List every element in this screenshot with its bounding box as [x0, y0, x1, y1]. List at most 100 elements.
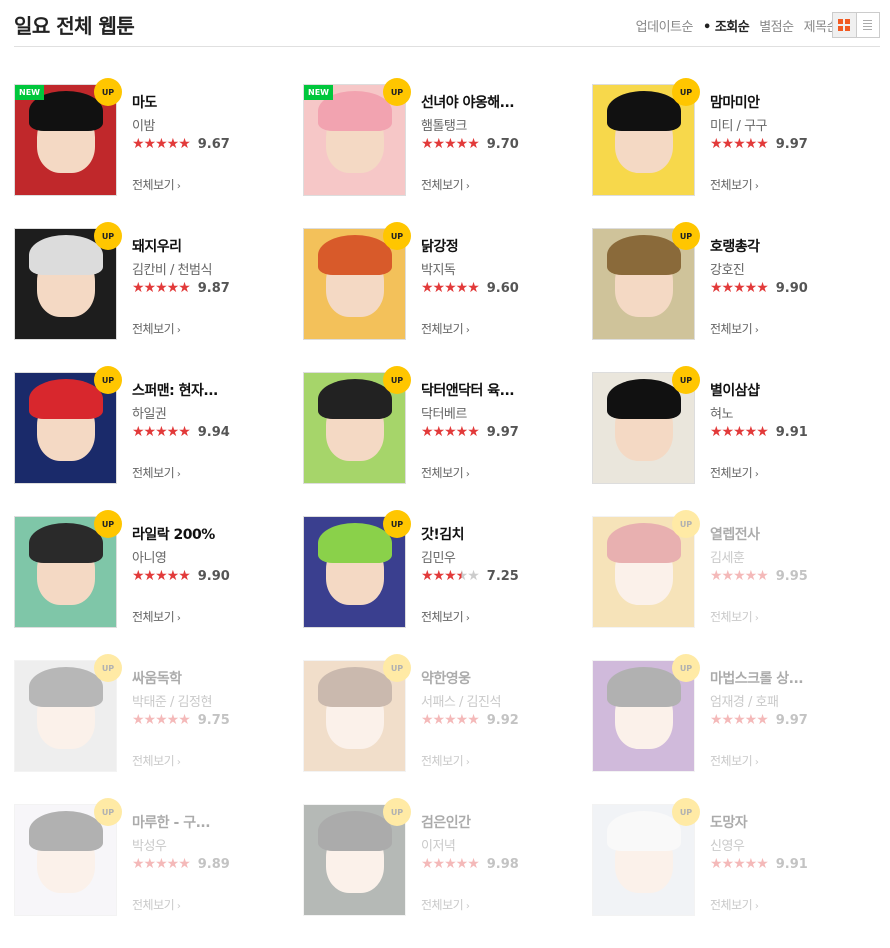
webtoon-card[interactable]: UP 돼지우리 김칸비 / 천범식 ★★★★★ 9.87 전체보기 [14, 222, 303, 372]
rating: ★★★★★ 9.92 [421, 712, 581, 728]
view-toggle [832, 12, 880, 38]
webtoon-card[interactable]: UP 라일락 200% 아니영 ★★★★★ 9.90 전체보기 [14, 510, 303, 660]
webtoon-title[interactable]: 돼지우리 [132, 236, 292, 256]
up-badge: UP [94, 654, 122, 682]
rating: ★★★★★ 7.25 [421, 568, 581, 584]
character-hair [29, 667, 103, 707]
view-all-link[interactable]: 전체보기 [132, 320, 180, 337]
rating: ★★★★★ 9.91 [710, 424, 870, 440]
view-all-link[interactable]: 전체보기 [132, 896, 180, 913]
webtoon-title[interactable]: 라일락 200% [132, 524, 292, 544]
star-rating-icon: ★★★★★ [132, 424, 191, 440]
webtoon-title[interactable]: 닭강정 [421, 236, 581, 256]
webtoon-title[interactable]: 마법스크롤 상... [710, 668, 870, 688]
webtoon-card[interactable]: UP 호랭총각 강호진 ★★★★★ 9.90 전체보기 [592, 222, 881, 372]
webtoon-title[interactable]: 스퍼맨: 현자... [132, 380, 292, 400]
webtoon-title[interactable]: 마루한 - 구... [132, 812, 292, 832]
webtoon-title[interactable]: 닥터앤닥터 육... [421, 380, 581, 400]
webtoon-info: 돼지우리 김칸비 / 천범식 ★★★★★ 9.87 [132, 236, 292, 296]
rating-score: 9.70 [486, 136, 519, 152]
view-all-link[interactable]: 전체보기 [421, 896, 469, 913]
star-rating-icon: ★★★★★ [132, 712, 191, 728]
webtoon-card[interactable]: UP 별이삼샵 혀노 ★★★★★ 9.91 전체보기 [592, 366, 881, 516]
rating-score: 9.91 [775, 424, 808, 440]
webtoon-title[interactable]: 검은인간 [421, 812, 581, 832]
webtoon-title[interactable]: 열렙전사 [710, 524, 870, 544]
webtoon-card[interactable]: UP 닭강정 박지독 ★★★★★ 9.60 전체보기 [303, 222, 592, 372]
webtoon-info: 도망자 신영우 ★★★★★ 9.91 [710, 812, 870, 872]
view-all-link[interactable]: 전체보기 [132, 752, 180, 769]
sort-option[interactable]: 별점순 [759, 16, 794, 35]
webtoon-title[interactable]: 호랭총각 [710, 236, 870, 256]
webtoon-card[interactable]: UP 싸움독학 박태준 / 김정현 ★★★★★ 9.75 전체보기 [14, 654, 303, 804]
webtoon-card[interactable]: UP 마법스크롤 상... 엄재경 / 호패 ★★★★★ 9.97 전체보기 [592, 654, 881, 804]
webtoon-title[interactable]: 마도 [132, 92, 292, 112]
up-badge: UP [383, 798, 411, 826]
rating: ★★★★★ 9.89 [132, 856, 292, 872]
rating-score: 9.60 [486, 280, 519, 296]
view-all-link[interactable]: 전체보기 [421, 608, 469, 625]
up-badge: UP [94, 366, 122, 394]
character-hair [318, 379, 392, 419]
rating: ★★★★★ 9.97 [710, 136, 870, 152]
up-badge: UP [94, 798, 122, 826]
view-all-link[interactable]: 전체보기 [710, 896, 758, 913]
webtoon-title[interactable]: 도망자 [710, 812, 870, 832]
webtoon-card[interactable]: UP 도망자 신영우 ★★★★★ 9.91 전체보기 [592, 798, 881, 948]
view-all-link[interactable]: 전체보기 [421, 464, 469, 481]
view-all-link[interactable]: 전체보기 [710, 752, 758, 769]
rating-score: 9.90 [775, 280, 808, 296]
up-badge: UP [383, 654, 411, 682]
webtoon-card[interactable]: UP 갓!김치 김민우 ★★★★★ 7.25 전체보기 [303, 510, 592, 660]
webtoon-card[interactable]: UP 열렙전사 김세훈 ★★★★★ 9.95 전체보기 [592, 510, 881, 660]
webtoon-card[interactable]: UP 약한영웅서패스 / 김진석 ★★★★★ 9.92 전체보기 [303, 654, 592, 804]
star-rating-icon: ★★★★★ [132, 136, 191, 152]
view-all-link[interactable]: 전체보기 [421, 176, 469, 193]
webtoon-author: 이밤 [132, 119, 155, 134]
webtoon-author: 강호진 [710, 263, 745, 278]
star-rating-icon: ★★★★★ [132, 856, 191, 872]
webtoon-card[interactable]: NEW UP 선녀야 야옹해... 햄톨탱크 ★★★★★ 9.70 전체보기 [303, 78, 592, 228]
webtoon-card[interactable]: UP 검은인간 이저녁 ★★★★★ 9.98 전체보기 [303, 798, 592, 948]
view-all-link[interactable]: 전체보기 [132, 176, 180, 193]
webtoon-info: 라일락 200% 아니영 ★★★★★ 9.90 [132, 524, 292, 584]
webtoon-card[interactable]: UP 맘마미안 미티 / 구구 ★★★★★ 9.97 전체보기 [592, 78, 881, 228]
character-hair [607, 667, 681, 707]
view-all-link[interactable]: 전체보기 [710, 464, 758, 481]
view-all-link[interactable]: 전체보기 [710, 320, 758, 337]
webtoon-author: 혀노 [710, 407, 733, 422]
webtoon-title[interactable]: 별이삼샵 [710, 380, 870, 400]
view-all-link[interactable]: 전체보기 [710, 608, 758, 625]
webtoon-title[interactable]: 갓!김치 [421, 524, 581, 544]
list-view-icon[interactable] [857, 13, 880, 37]
header-divider [14, 46, 880, 47]
up-badge: UP [672, 78, 700, 106]
new-badge: NEW [304, 85, 333, 100]
webtoon-card[interactable]: UP 스퍼맨: 현자... 하일권 ★★★★★ 9.94 전체보기 [14, 366, 303, 516]
webtoon-card[interactable]: UP 닥터앤닥터 육... 닥터베르 ★★★★★ 9.97 전체보기 [303, 366, 592, 516]
sort-options: 업데이트순조회순별점순제목순 [636, 16, 839, 35]
webtoon-title[interactable]: 약한영웅 [421, 668, 581, 688]
webtoon-title[interactable]: 맘마미안 [710, 92, 870, 112]
sort-option[interactable]: 업데이트순 [636, 16, 694, 35]
webtoon-title[interactable]: 싸움독학 [132, 668, 292, 688]
webtoon-author: 엄재경 / 호패 [710, 695, 779, 710]
view-all-link[interactable]: 전체보기 [710, 176, 758, 193]
star-rating-icon: ★★★★★ [710, 136, 769, 152]
rating-score: 9.67 [197, 136, 230, 152]
sort-option[interactable]: 조회순 [703, 16, 750, 35]
view-all-link[interactable]: 전체보기 [132, 608, 180, 625]
rating: ★★★★★ 9.97 [710, 712, 870, 728]
webtoon-author: 하일권 [132, 407, 167, 422]
webtoon-card[interactable]: UP 마루한 - 구... 박성우 ★★★★★ 9.89 전체보기 [14, 798, 303, 948]
grid-view-icon[interactable] [833, 13, 857, 37]
rating-score: 9.97 [486, 424, 519, 440]
webtoon-title[interactable]: 선녀야 야옹해... [421, 92, 581, 112]
view-all-link[interactable]: 전체보기 [421, 320, 469, 337]
view-all-link[interactable]: 전체보기 [132, 464, 180, 481]
webtoon-card[interactable]: NEW UP 마도 이밤 ★★★★★ 9.67 전체보기 [14, 78, 303, 228]
star-rating-icon: ★★★★★ [421, 136, 480, 152]
webtoon-author: 김세훈 [710, 551, 745, 566]
webtoon-author: 서패스 / 김진석 [421, 695, 501, 710]
view-all-link[interactable]: 전체보기 [421, 752, 469, 769]
